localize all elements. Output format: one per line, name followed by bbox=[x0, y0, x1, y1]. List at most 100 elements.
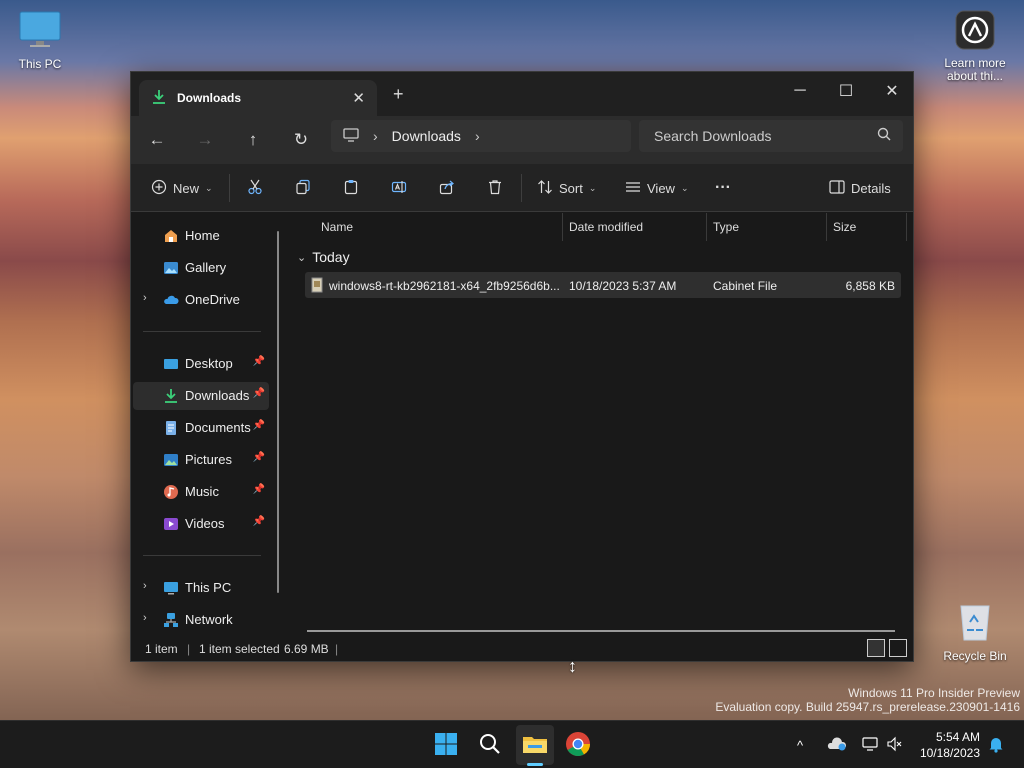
file-size: 6,858 KB bbox=[845, 279, 895, 293]
file-date: 10/18/2023 5:37 AM bbox=[569, 279, 677, 293]
tab-label: Downloads bbox=[177, 91, 242, 105]
taskbar-chrome[interactable] bbox=[562, 729, 594, 761]
search-button[interactable] bbox=[474, 729, 506, 761]
sidebar-item-pictures[interactable]: Pictures 📌 bbox=[133, 446, 269, 474]
delete-button[interactable] bbox=[487, 176, 503, 200]
horizontal-scrollbar[interactable] bbox=[307, 630, 895, 632]
column-header-size[interactable]: Size bbox=[827, 213, 907, 241]
pin-icon[interactable]: 📌 bbox=[253, 388, 265, 399]
chevron-right-icon[interactable]: › bbox=[143, 612, 147, 624]
chevron-right-icon[interactable]: › bbox=[373, 128, 378, 144]
taskbar-file-explorer[interactable] bbox=[519, 729, 551, 761]
copy-button[interactable] bbox=[295, 176, 311, 200]
network-icon bbox=[163, 612, 179, 628]
tab-downloads[interactable]: Downloads ✕ bbox=[139, 80, 377, 116]
taskbar-clock[interactable]: 5:54 AM 10/18/2023 bbox=[920, 729, 980, 761]
share-button[interactable] bbox=[439, 176, 455, 200]
sidebar-item-this-pc[interactable]: › This PC bbox=[133, 574, 269, 602]
paste-button[interactable] bbox=[343, 176, 359, 200]
pin-icon[interactable]: 📌 bbox=[253, 452, 265, 463]
chevron-right-icon[interactable]: › bbox=[143, 292, 147, 304]
learn-more-icon bbox=[940, 10, 1010, 53]
desktop-icon-recycle-bin[interactable]: Recycle Bin bbox=[940, 600, 1010, 663]
tray-network-volume[interactable] bbox=[858, 729, 906, 761]
breadcrumb-downloads[interactable]: Downloads bbox=[392, 128, 461, 144]
group-label: Today bbox=[312, 249, 350, 265]
new-button[interactable]: New ⌄ bbox=[151, 176, 213, 200]
taskbar-running-indicator bbox=[527, 763, 543, 766]
start-button[interactable] bbox=[430, 729, 462, 761]
show-hidden-icons-button[interactable]: ^ bbox=[790, 729, 810, 761]
desktop-icon-label: Recycle Bin bbox=[943, 649, 1007, 663]
column-header-name[interactable]: Name bbox=[315, 213, 563, 241]
search-input[interactable]: Search Downloads bbox=[654, 128, 772, 144]
address-bar-row: ← → ↑ ↻ › Downloads › Search Downloads bbox=[131, 116, 913, 164]
add-icon bbox=[151, 179, 167, 198]
sidebar-item-network[interactable]: › Network bbox=[133, 606, 269, 634]
sort-button[interactable]: Sort ⌄ bbox=[537, 176, 596, 200]
up-button[interactable]: ↑ bbox=[241, 128, 265, 152]
sidebar-item-desktop[interactable]: Desktop 📌 bbox=[133, 350, 269, 378]
tray-onedrive[interactable] bbox=[822, 729, 852, 761]
sidebar-item-label: Home bbox=[185, 228, 220, 243]
status-selected: 1 item selected bbox=[199, 642, 280, 656]
cut-button[interactable] bbox=[247, 176, 263, 200]
rename-icon bbox=[391, 179, 407, 198]
pin-icon[interactable]: 📌 bbox=[253, 356, 265, 367]
desktop-icon bbox=[163, 356, 179, 372]
new-button-label: New bbox=[173, 180, 200, 196]
watermark-line-1: Windows 11 Pro Insider Preview bbox=[848, 686, 1020, 700]
view-icon bbox=[625, 179, 641, 198]
taskbar: ^ 5:54 AM 10/18/2023 bbox=[0, 720, 1024, 768]
search-box[interactable]: Search Downloads bbox=[639, 120, 903, 152]
cut-icon bbox=[247, 179, 263, 198]
details-pane-button[interactable]: Details bbox=[829, 176, 891, 200]
sidebar-item-downloads[interactable]: Downloads 📌 bbox=[133, 382, 269, 410]
recycle-bin-icon bbox=[940, 600, 1010, 645]
tiles-view-button[interactable] bbox=[889, 639, 907, 657]
file-row[interactable]: windows8-rt-kb2962181-x64_2fb9256d6b... … bbox=[305, 272, 901, 298]
chevron-right-icon[interactable]: › bbox=[475, 128, 480, 144]
toolbar-divider bbox=[521, 174, 522, 202]
sidebar-item-documents[interactable]: Documents 📌 bbox=[133, 414, 269, 442]
column-header-type[interactable]: Type bbox=[707, 213, 827, 241]
rename-button[interactable] bbox=[391, 176, 407, 200]
volume-muted-icon bbox=[886, 736, 902, 755]
document-icon bbox=[163, 420, 179, 436]
sort-button-label: Sort bbox=[559, 180, 583, 196]
navigation-pane: Home Gallery › OneDrive Desktop 📌 Downlo… bbox=[131, 213, 289, 637]
details-view-button[interactable] bbox=[867, 639, 885, 657]
sidebar-scrollbar[interactable] bbox=[277, 231, 279, 593]
new-tab-button[interactable]: + bbox=[393, 84, 404, 105]
pin-icon[interactable]: 📌 bbox=[253, 516, 265, 527]
minimize-button[interactable]: ─ bbox=[777, 76, 823, 106]
group-header-today[interactable]: ⌄ Today bbox=[297, 249, 350, 265]
close-tab-icon[interactable]: ✕ bbox=[352, 89, 365, 107]
maximize-button[interactable]: ☐ bbox=[823, 76, 869, 106]
desktop-icon-learn-more[interactable]: Learn more about thi... bbox=[940, 10, 1010, 83]
breadcrumb[interactable]: › Downloads › bbox=[331, 120, 631, 152]
more-options-button[interactable]: ··· bbox=[715, 176, 731, 200]
notifications-button[interactable] bbox=[984, 729, 1008, 761]
chevron-down-icon: ⌄ bbox=[297, 251, 307, 264]
refresh-button[interactable]: ↻ bbox=[289, 128, 313, 152]
chevron-right-icon[interactable]: › bbox=[143, 580, 147, 592]
pin-icon[interactable]: 📌 bbox=[253, 420, 265, 431]
sidebar-item-gallery[interactable]: Gallery bbox=[133, 254, 269, 282]
sidebar-item-onedrive[interactable]: › OneDrive bbox=[133, 286, 269, 314]
close-window-button[interactable]: ✕ bbox=[869, 76, 915, 106]
sidebar-item-home[interactable]: Home bbox=[133, 222, 269, 250]
view-button[interactable]: View ⌄ bbox=[625, 176, 689, 200]
status-item-count: 1 item bbox=[145, 642, 178, 656]
sidebar-item-music[interactable]: Music 📌 bbox=[133, 478, 269, 506]
network-icon bbox=[862, 736, 880, 755]
sidebar-item-videos[interactable]: Videos 📌 bbox=[133, 510, 269, 538]
column-header-date-modified[interactable]: Date modified bbox=[563, 213, 707, 241]
details-pane-icon bbox=[829, 179, 845, 197]
forward-button[interactable]: → bbox=[193, 128, 217, 152]
back-button[interactable]: ← bbox=[145, 128, 169, 152]
desktop-icon-this-pc[interactable]: This PC bbox=[14, 10, 66, 71]
desktop-icon-label: Learn more about thi... bbox=[944, 56, 1006, 83]
pin-icon[interactable]: 📌 bbox=[253, 484, 265, 495]
cabinet-file-icon bbox=[311, 277, 323, 296]
